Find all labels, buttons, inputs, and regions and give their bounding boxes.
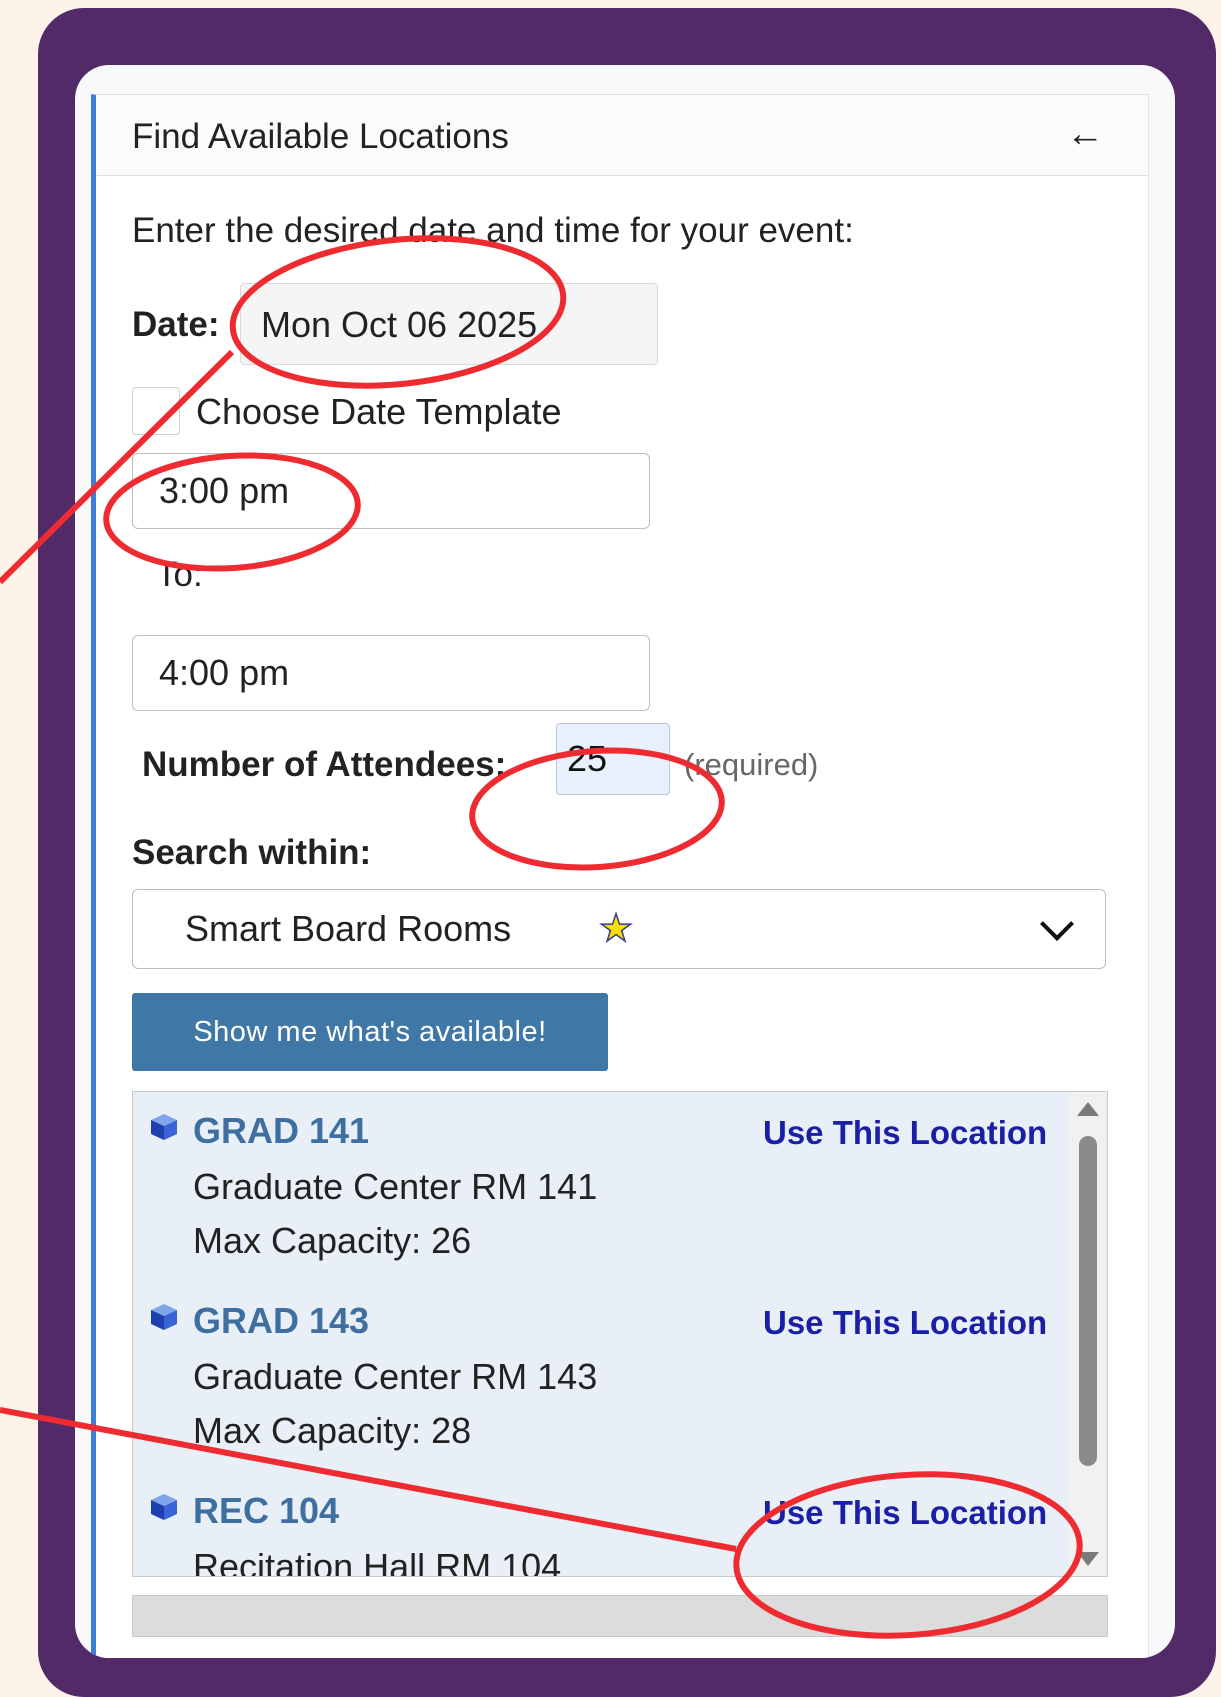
scrollbar-thumb[interactable]	[1079, 1136, 1097, 1466]
search-within-value: Smart Board Rooms	[185, 908, 512, 949]
star-icon: ★	[598, 907, 634, 951]
cube-icon	[151, 1304, 177, 1330]
location-code: GRAD 143	[193, 1300, 370, 1341]
results-scrollbar[interactable]	[1069, 1092, 1107, 1576]
location-capacity: Max Capacity: 28	[193, 1410, 472, 1451]
scroll-down-arrow-icon[interactable]	[1077, 1552, 1099, 1566]
cube-icon	[151, 1494, 177, 1520]
attendees-label: Number of Attendees:	[142, 745, 507, 784]
bottom-bar	[132, 1595, 1108, 1637]
chevron-down-icon	[1040, 907, 1074, 941]
start-time-field[interactable]: 3:00 pm	[132, 453, 650, 529]
scroll-up-arrow-icon[interactable]	[1077, 1102, 1099, 1116]
arrow-left-icon[interactable]: ←	[1066, 113, 1104, 156]
search-within-label: Search within:	[132, 833, 372, 872]
results-list[interactable]: GRAD 141 Use This Location Graduate Cent…	[132, 1091, 1108, 1577]
screen: Find Available Locations ← Enter the des…	[75, 65, 1175, 1658]
cube-icon	[151, 1114, 177, 1140]
date-field[interactable]: Mon Oct 06 2025	[240, 283, 658, 365]
location-name: Graduate Center RM 143	[193, 1356, 598, 1397]
attendees-input[interactable]: 25	[556, 723, 670, 795]
list-item: GRAD 143 Use This Location Graduate Cent…	[133, 1282, 1069, 1473]
location-name: Graduate Center RM 141	[193, 1166, 598, 1207]
instruction-text: Enter the desired date and time for your…	[132, 211, 854, 250]
search-within-select[interactable]: Smart Board Rooms ★	[132, 889, 1106, 969]
find-locations-panel: Find Available Locations ← Enter the des…	[91, 94, 1149, 1658]
use-location-link[interactable]: Use This Location	[763, 1494, 1047, 1532]
use-location-link[interactable]: Use This Location	[763, 1304, 1047, 1342]
location-capacity: Max Capacity: 26	[193, 1220, 472, 1261]
list-item: GRAD 141 Use This Location Graduate Cent…	[133, 1092, 1069, 1283]
show-available-button[interactable]: Show me what's available!	[132, 993, 608, 1071]
to-label: To:	[156, 555, 203, 594]
date-label: Date:	[132, 305, 220, 344]
panel-title: Find Available Locations	[132, 117, 509, 156]
location-name: Recitation Hall RM 104	[193, 1546, 562, 1577]
attendees-hint: (required)	[684, 747, 819, 782]
date-template-checkbox[interactable]	[132, 387, 180, 435]
use-location-link[interactable]: Use This Location	[763, 1114, 1047, 1152]
date-template-label: Choose Date Template	[196, 391, 562, 432]
panel-header: Find Available Locations ←	[96, 95, 1148, 176]
location-code: REC 104	[193, 1490, 340, 1531]
end-time-field[interactable]: 4:00 pm	[132, 635, 650, 711]
location-code: GRAD 141	[193, 1110, 370, 1151]
list-item: REC 104 Use This Location Recitation Hal…	[133, 1472, 1069, 1577]
